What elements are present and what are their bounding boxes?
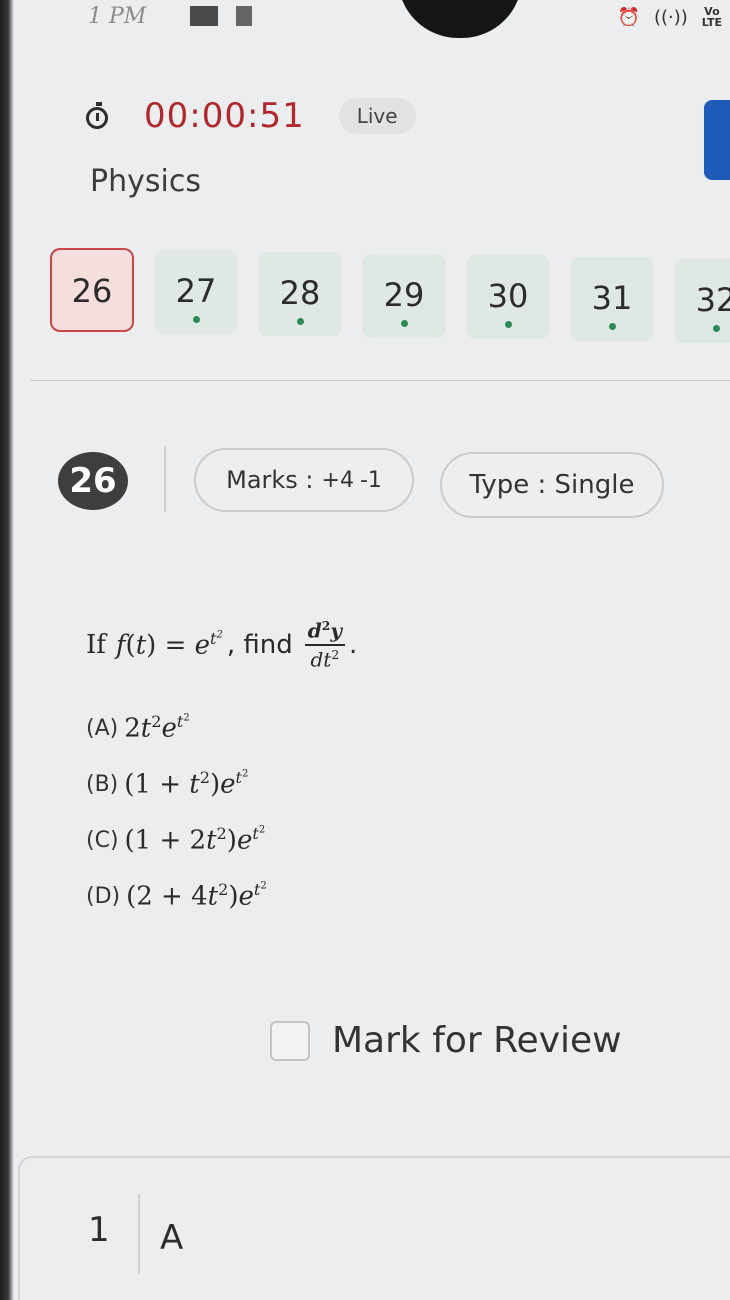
review-checkbox[interactable] <box>270 1020 310 1061</box>
question-period: . <box>348 629 358 660</box>
marks-pill: Marks : +4 -1 <box>194 448 414 512</box>
option-label: (C) <box>86 827 119 853</box>
status-time: 1 PM <box>88 4 147 29</box>
question-nav-32[interactable]: 32 <box>674 259 730 343</box>
marks-label: Marks : <box>226 466 314 494</box>
question-nav-26[interactable]: 26 <box>50 248 134 332</box>
option-d[interactable]: (D) (2 + 4t2)et2 <box>86 868 267 924</box>
notification-icon <box>236 6 252 26</box>
question-header: 26 Marks : +4 -1 Type : Single <box>58 446 730 522</box>
notification-icon <box>190 6 218 26</box>
question-nav-number: 27 <box>175 272 217 310</box>
attempt-dot <box>401 320 408 327</box>
attempt-dot <box>193 316 200 323</box>
option-label: (A) <box>86 715 119 741</box>
question-nav-number: 29 <box>383 276 425 314</box>
side-panel-tab[interactable] <box>704 100 730 180</box>
option-a[interactable]: (A) 2t2et2 <box>86 700 267 756</box>
answer-value: A <box>160 1218 184 1258</box>
camera-notch <box>398 0 522 38</box>
question-nav-27[interactable]: 27 <box>154 250 238 334</box>
hotspot-icon: ((·)) <box>653 6 688 28</box>
stopwatch-icon <box>86 102 108 129</box>
alarm-icon: ⏰ <box>617 6 640 28</box>
question-nav-29[interactable]: 29 <box>362 254 446 338</box>
question-nav-28[interactable]: 28 <box>258 252 342 336</box>
question-nav-number: 30 <box>487 277 529 315</box>
answer-index: 1 <box>88 1210 110 1250</box>
answer-separator <box>138 1194 140 1274</box>
question-type-pill: Type : Single <box>440 452 664 518</box>
attempt-dot <box>713 325 720 332</box>
section-divider <box>30 380 730 381</box>
attempt-dot <box>505 321 512 328</box>
question-nav-number: 32 <box>695 281 730 319</box>
option-b-expression: (1 + t2)et2 <box>124 768 249 800</box>
question-lead: If <box>86 629 106 660</box>
option-c-expression: (1 + 2t2)et2 <box>124 824 266 856</box>
status-icons: ⏰ ((·)) Vo LTE <box>618 6 722 28</box>
question-nav-number: 28 <box>279 274 321 312</box>
option-d-expression: (2 + 4t2)et2 <box>126 880 267 912</box>
marks-positive: +4 <box>321 467 354 493</box>
mark-for-review[interactable]: Mark for Review <box>270 1020 622 1061</box>
attempt-dot <box>609 323 616 330</box>
question-nav-30[interactable]: 30 <box>466 255 550 339</box>
answer-panel: 1 A <box>18 1156 730 1300</box>
device-edge <box>0 0 14 1300</box>
question-find: , find <box>226 629 293 660</box>
status-bar: 1 PM ⏰ ((·)) Vo LTE <box>0 0 730 44</box>
volte-lte-icon: Vo LTE <box>702 6 722 28</box>
marks-negative: -1 <box>359 467 382 493</box>
header-separator <box>164 446 166 512</box>
timer-row: 00:00:51 Live <box>86 96 416 136</box>
options-list: (A) 2t2et2 (B) (1 + t2)et2 (C) (1 + 2t2)… <box>86 700 267 924</box>
question-expression: f(t) = et2 <box>115 628 223 661</box>
option-c[interactable]: (C) (1 + 2t2)et2 <box>86 812 267 868</box>
option-a-expression: 2t2et2 <box>124 712 190 744</box>
option-label: (D) <box>86 883 121 909</box>
question-text: If f(t) = et2 , find d2y dt2 . <box>86 618 357 671</box>
live-badge: Live <box>338 98 416 134</box>
question-nav-number: 31 <box>591 279 633 317</box>
attempt-dot <box>297 318 304 325</box>
review-label: Mark for Review <box>332 1020 622 1061</box>
second-derivative-fraction: d2y dt2 <box>304 618 345 671</box>
lte-label: LTE <box>701 16 722 29</box>
option-b[interactable]: (B) (1 + t2)et2 <box>86 756 267 812</box>
question-number-badge: 26 <box>58 452 128 510</box>
question-navigator: 26 27 28 29 30 31 32 <box>50 248 730 348</box>
option-label: (B) <box>86 771 119 797</box>
question-nav-number: 26 <box>71 272 113 310</box>
elapsed-timer: 00:00:51 <box>144 96 305 136</box>
subject-title: Physics <box>90 164 201 199</box>
question-nav-31[interactable]: 31 <box>570 257 654 341</box>
